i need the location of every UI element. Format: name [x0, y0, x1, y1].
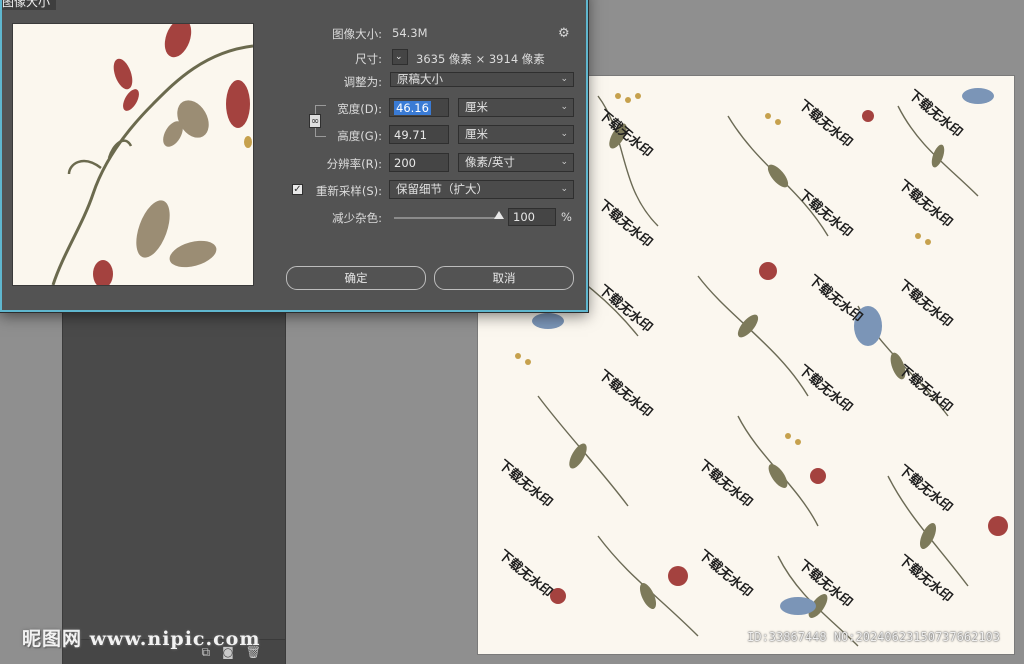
image-preview[interactable] [12, 23, 254, 286]
watermark-text: 下载无水印 [595, 197, 655, 251]
watermark-text: 下载无水印 [895, 552, 955, 606]
resample-label: 重新采样(S): [315, 184, 382, 198]
dimensions-label: 尺寸: [355, 52, 382, 66]
percent-unit: % [561, 210, 572, 224]
watermark-text: 下载无水印 [495, 547, 555, 601]
watermark-text: 下载无水印 [595, 107, 655, 161]
image-size-label: 图像大小: [332, 27, 382, 41]
resolution-unit: 像素/英寸 [465, 155, 515, 169]
fit-to-row: 调整为: 原稿大小 ⌄ [262, 72, 582, 92]
resolution-value: 200 [394, 156, 416, 170]
reduce-noise-value: 100 [513, 210, 535, 224]
slider-thumb[interactable] [494, 211, 504, 219]
width-row: 宽度(D): 46.16 厘米 ⌄ [262, 98, 582, 120]
dimensions-value: 3635 像素 × 3914 像素 [416, 52, 545, 66]
resample-row: ✓ 重新采样(S): 保留细节（扩大） ⌄ [262, 180, 582, 202]
dimensions-row: 尺寸: ⌄ 3635 像素 × 3914 像素 [262, 49, 582, 67]
resolution-label: 分辨率(R): [326, 157, 382, 171]
dialog-title: 图像大小 [2, 0, 57, 10]
ok-button[interactable]: 确定 [286, 266, 426, 290]
chevron-down-icon: ⌄ [560, 129, 568, 139]
watermark-text: 下载无水印 [895, 362, 955, 416]
watermark-text: 下载无水印 [805, 272, 865, 326]
width-value: 46.16 [394, 101, 431, 115]
fit-to-value: 原稿大小 [397, 72, 443, 86]
image-id-watermark: ID:33867448 NO:20240623150737662103 [747, 630, 1000, 644]
height-input[interactable]: 49.71 [389, 125, 449, 144]
preview-pattern [51, 24, 253, 285]
height-unit-select[interactable]: 厘米 ⌄ [458, 125, 574, 144]
image-size-value: 54.3M [392, 26, 428, 40]
height-value: 49.71 [394, 128, 427, 142]
chevron-down-icon: ⌄ [560, 74, 568, 84]
chevron-down-icon: ⌄ [560, 157, 568, 167]
width-unit: 厘米 [465, 100, 488, 114]
resample-value: 保留细节（扩大） [396, 182, 488, 196]
width-unit-select[interactable]: 厘米 ⌄ [458, 98, 574, 117]
watermark-text: 下载无水印 [595, 282, 655, 336]
image-size-row: 图像大小: 54.3M [262, 26, 582, 42]
watermark-text: 下载无水印 [895, 462, 955, 516]
cancel-button[interactable]: 取消 [434, 266, 574, 290]
chevron-down-icon: ⌄ [560, 102, 568, 112]
watermark-text: 下载无水印 [795, 97, 855, 151]
height-row: 高度(G): 49.71 厘米 ⌄ [262, 125, 582, 147]
resolution-input[interactable]: 200 [389, 153, 449, 172]
reduce-noise-label: 减少杂色: [332, 211, 382, 225]
reduce-noise-slider[interactable] [394, 217, 502, 219]
fit-to-label: 调整为: [343, 75, 382, 89]
reduce-noise-row: 减少杂色: 100 % [262, 207, 582, 229]
chevron-down-icon[interactable]: ⌄ [392, 49, 408, 65]
chevron-down-icon: ⌄ [560, 184, 568, 194]
height-label: 高度(G): [337, 129, 382, 143]
watermark-text: 下载无水印 [895, 277, 955, 331]
watermark-text: 下载无水印 [595, 367, 655, 421]
reduce-noise-input[interactable]: 100 [508, 208, 556, 226]
height-unit: 厘米 [465, 127, 488, 141]
watermark-text: 下载无水印 [695, 457, 755, 511]
width-input[interactable]: 46.16 [389, 98, 449, 117]
layers-panel: ⧉ ◙ 🗑 [62, 286, 286, 664]
image-size-dialog: 图像大小 ⚙ 图像大小: 54.3M 尺寸: ⌄ 3635 像素 × 3914 … [0, 0, 588, 312]
width-label: 宽度(D): [337, 102, 382, 116]
watermark-text: 下载无水印 [495, 457, 555, 511]
resample-method-select[interactable]: 保留细节（扩大） ⌄ [389, 180, 574, 199]
watermark-text: 下载无水印 [795, 362, 855, 416]
watermark-text: 下载无水印 [695, 547, 755, 601]
watermark-text: 下载无水印 [895, 177, 955, 231]
site-watermark: 昵图网 www.nipic.com [22, 628, 261, 650]
fit-to-select[interactable]: 原稿大小 ⌄ [390, 72, 574, 87]
resolution-unit-select[interactable]: 像素/英寸 ⌄ [458, 153, 574, 172]
resolution-row: 分辨率(R): 200 像素/英寸 ⌄ [262, 153, 582, 175]
